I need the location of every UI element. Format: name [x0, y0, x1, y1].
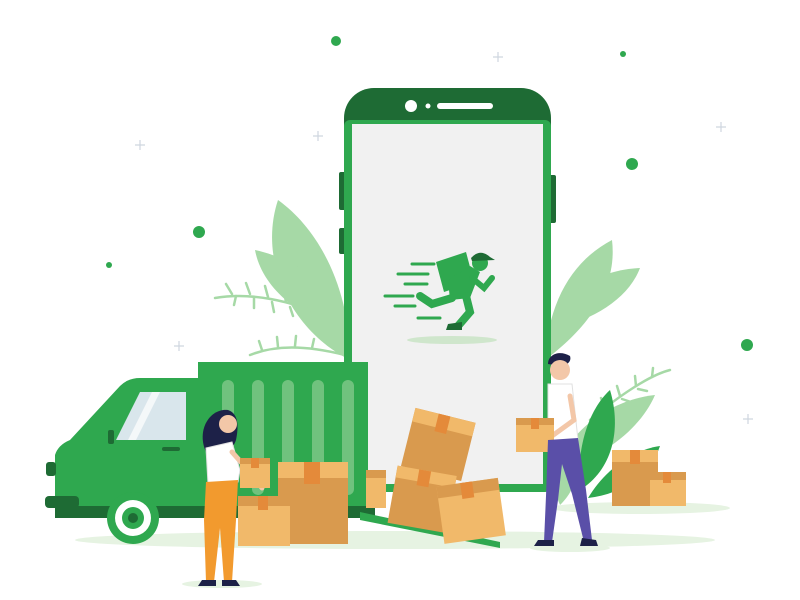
truck-headlight	[46, 462, 56, 476]
sparkle-cross	[743, 414, 753, 424]
sparkle-cross	[174, 341, 184, 351]
sparkle-cross	[493, 52, 503, 62]
cardboard-box-icon	[240, 458, 270, 488]
truck-wheel	[107, 492, 159, 544]
cardboard-box-icon	[436, 477, 506, 544]
ground-shadow-main	[75, 531, 715, 549]
sparkle-cross	[313, 131, 323, 141]
sparkle-dot	[106, 262, 112, 268]
sparkle-dot	[620, 51, 626, 57]
woman-pants	[204, 480, 238, 582]
delivery-illustration	[45, 36, 753, 588]
phone-camera	[405, 100, 417, 112]
truck-door-handle	[162, 447, 180, 451]
cardboard-box-icon	[238, 496, 290, 546]
cardboard-box-icon	[366, 470, 386, 508]
woman-head	[219, 415, 237, 433]
truck-mirror	[108, 430, 114, 444]
cardboard-box-icon	[650, 472, 686, 506]
runner-shadow	[407, 336, 497, 344]
sparkle-dot	[193, 226, 205, 238]
sparkle-cross	[135, 140, 145, 150]
phone-speaker	[437, 103, 493, 109]
man-head	[550, 360, 570, 380]
sparkle-dot	[741, 339, 753, 351]
phone-sensor	[425, 103, 431, 109]
sparkle-dot	[626, 158, 638, 170]
sparkle-cross	[716, 122, 726, 132]
sparkle-dot	[331, 36, 341, 46]
